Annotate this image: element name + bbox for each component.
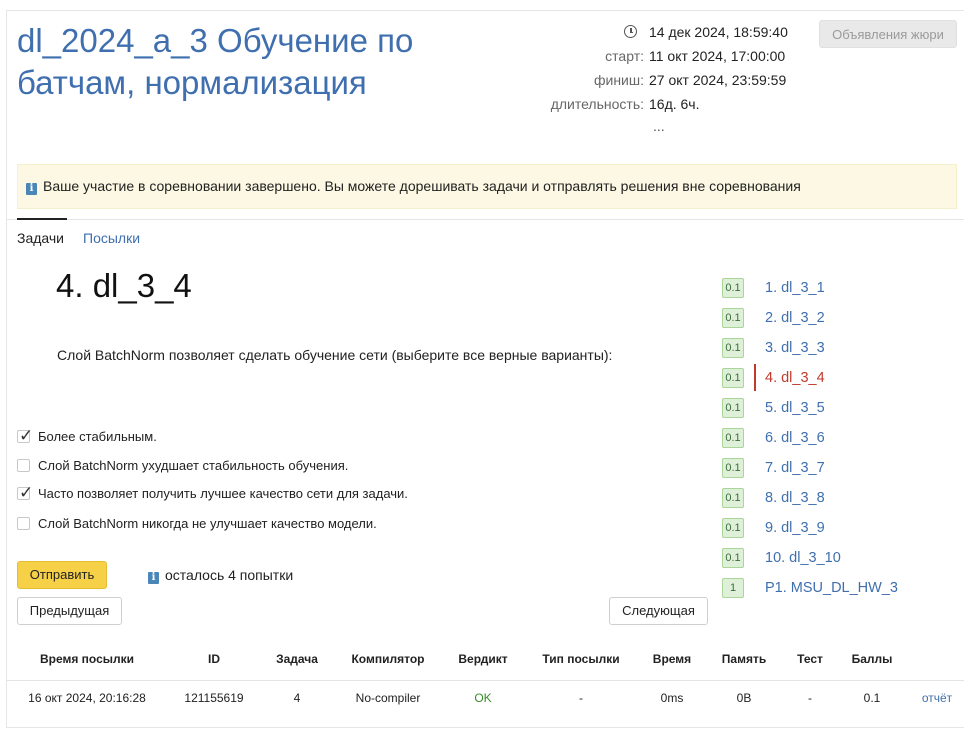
cell-runtime: 0ms (660, 691, 684, 705)
score-badge: 0.1 (722, 308, 744, 328)
attempts-text: осталось 4 попытки (165, 567, 294, 583)
tab-submissions[interactable]: Посылки (83, 229, 140, 247)
cell-memory: 0B (736, 691, 752, 705)
task-link[interactable]: P1. MSU_DL_HW_3 (765, 579, 898, 597)
score-badge: 0.1 (722, 548, 744, 568)
col-header-task: Задача (276, 652, 318, 666)
task-link[interactable]: 9. dl_3_9 (765, 519, 825, 537)
tab-tasks[interactable]: Задачи (17, 229, 64, 247)
duration-value: 16д. 6ч. (649, 96, 700, 112)
cell-test: - (808, 691, 812, 705)
task-link[interactable]: 3. dl_3_3 (765, 339, 825, 357)
score-badge: 0.1 (722, 518, 744, 538)
score-badge: 0.1 (722, 488, 744, 508)
clock-icon (624, 25, 637, 38)
start-label: старт: (605, 48, 644, 64)
task-link[interactable]: 8. dl_3_8 (765, 489, 825, 507)
problem-title: 4. dl_3_4 (56, 267, 192, 304)
score-badge: 0.1 (722, 338, 744, 358)
col-header-score: Баллы (851, 652, 893, 666)
score-badge: 1 (722, 578, 744, 598)
task-link[interactable]: 10. dl_3_10 (765, 549, 841, 567)
cell-type: - (579, 691, 583, 705)
option-label: Слой BatchNorm ухудшает стабильность обу… (38, 458, 349, 473)
previous-button[interactable]: Предыдущая (17, 597, 122, 625)
cell-time: 16 окт 2024, 20:16:28 (28, 691, 146, 705)
score-badge: 0.1 (722, 368, 744, 388)
col-header-compiler: Компилятор (351, 652, 425, 666)
submit-button[interactable]: Отправить (17, 561, 107, 589)
active-tab-indicator (17, 218, 67, 220)
checkbox[interactable] (17, 459, 30, 472)
option-label: Более стабильным. (38, 429, 157, 444)
option-label: Слой BatchNorm никогда не улучшает качес… (38, 516, 377, 531)
finish-label: финиш: (593, 72, 644, 88)
attempts-left: i осталось 4 попытки (148, 566, 293, 584)
cell-verdict: OK (474, 691, 492, 705)
col-header-time: Время посылки (39, 652, 135, 666)
more-times[interactable]: ... (653, 116, 665, 136)
task-link[interactable]: 2. dl_3_2 (765, 309, 825, 327)
score-badge: 0.1 (722, 278, 744, 298)
info-icon: i (26, 183, 37, 195)
task-link[interactable]: 7. dl_3_7 (765, 459, 825, 477)
task-link[interactable]: 1. dl_3_1 (765, 279, 825, 297)
notice-text: Ваше участие в соревновании завершено. В… (43, 178, 801, 194)
col-header-verdict: Вердикт (458, 652, 508, 666)
col-header-runtime: Время (652, 652, 692, 666)
checkbox-checked[interactable]: ✓ (17, 426, 34, 446)
cell-compiler: No-compiler (355, 691, 421, 705)
checkbox-checked[interactable]: ✓ (17, 483, 34, 503)
table-divider (7, 680, 964, 681)
report-link[interactable]: отчёт (912, 690, 962, 706)
option-label: Часто позволяет получить лучшее качество… (38, 486, 408, 501)
jury-announcements-button[interactable]: Объявления жюри (819, 20, 957, 48)
score-badge: 0.1 (722, 398, 744, 418)
col-header-memory: Память (721, 652, 767, 666)
cell-id: 121155619 (184, 691, 244, 705)
finish-value: 27 окт 2024, 23:59:59 (649, 72, 787, 88)
task-link-current[interactable]: 4. dl_3_4 (765, 369, 825, 387)
cell-score: 0.1 (863, 691, 881, 705)
col-header-type: Тип посылки (542, 652, 620, 666)
current-task-marker (754, 364, 756, 391)
problem-statement: Слой BatchNorm позволяет сделать обучени… (57, 347, 613, 363)
checkmark-icon: ✓ (19, 426, 34, 446)
checkmark-icon: ✓ (19, 483, 34, 503)
col-header-test: Тест (797, 652, 823, 666)
checkbox[interactable] (17, 517, 30, 530)
score-badge: 0.1 (722, 428, 744, 448)
score-badge: 0.1 (722, 458, 744, 478)
contest-title: dl_2024_a_3 Обучение по батчам, нормализ… (17, 22, 414, 101)
current-time: 14 дек 2024, 18:59:40 (649, 24, 788, 40)
task-link[interactable]: 5. dl_3_5 (765, 399, 825, 417)
tabs-divider (7, 219, 964, 220)
task-link[interactable]: 6. dl_3_6 (765, 429, 825, 447)
duration-label: длительность: (550, 96, 644, 112)
next-button[interactable]: Следующая (609, 597, 708, 625)
start-value: 11 окт 2024, 17:00:00 (649, 48, 786, 64)
col-header-id: ID (208, 652, 220, 666)
info-icon: i (148, 572, 159, 584)
notice-banner: i Ваше участие в соревновании завершено. … (17, 164, 957, 209)
cell-task: 4 (293, 691, 301, 705)
